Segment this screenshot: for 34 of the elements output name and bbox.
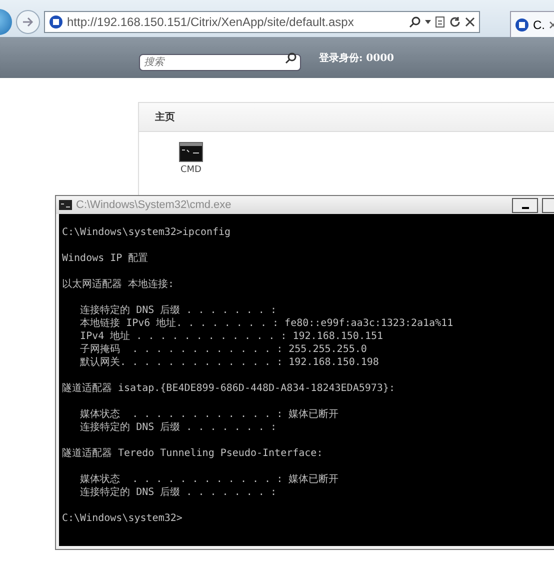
close-icon[interactable] xyxy=(465,16,475,26)
console-line: 隧道适配器 isatap.{BE4DE899-686D-448D-A834-18243EDA5973}: xyxy=(62,382,395,395)
console-line: 子网掩码 . . . . . . . . . . . . : 255.255.255.0 xyxy=(79,343,367,356)
console-line: 连接特定的 DNS 后缀 . . . . . . . : xyxy=(79,304,276,317)
console-icon xyxy=(59,200,72,210)
browser-tab[interactable]: C. xyxy=(510,11,554,37)
console-line: Windows IP 配置 xyxy=(62,252,148,265)
console-line: 媒体状态 . . . . . . . . . . . . : 媒体已断开 xyxy=(79,408,339,421)
page-icon xyxy=(49,14,63,28)
page-icon xyxy=(515,18,529,32)
search-icon[interactable] xyxy=(285,52,297,64)
console-line: C:\Windows\system32> xyxy=(62,512,182,525)
console-line: 媒体状态 . . . . . . . . . . . . : 媒体已断开 xyxy=(79,473,339,486)
minimize-button[interactable] xyxy=(512,198,538,212)
console-line: 以太网适配器 本地连接: xyxy=(62,278,174,291)
console-line: 连接特定的 DNS 后缀 . . . . . . . : xyxy=(79,421,276,434)
search-field[interactable]: 搜索 xyxy=(139,54,301,70)
panel-title: 主页 xyxy=(155,110,175,124)
console-line: 本地链接 IPv6 地址. . . . . . . . : fe80::e99f:aa3c:1323:2a1a%11 xyxy=(79,317,454,330)
arrow-icon xyxy=(22,16,34,26)
forward-button[interactable] xyxy=(16,10,40,34)
console-line: 默认网关. . . . . . . . . . . . . : 192.168.150.198 xyxy=(79,356,379,369)
login-label: 登录身份: 0000 xyxy=(319,52,394,65)
compatibility-icon[interactable] xyxy=(435,16,445,28)
url-text: http://192.168.150.151/Citrix/XenApp/site/default.aspx xyxy=(67,14,355,28)
refresh-icon[interactable] xyxy=(449,16,461,28)
console-line: IPv4 地址 . . . . . . . . . . . . : 192.168.150.151 xyxy=(79,330,384,343)
window-title: C:\Windows\System32\cmd.exe xyxy=(76,199,232,211)
console-line: C:\Windows\system32>ipconfig xyxy=(62,226,231,239)
console-line: 连接特定的 DNS 后缀 . . . . . . . : xyxy=(79,486,276,499)
dropdown-icon[interactable] xyxy=(425,20,431,24)
console-line: 隧道适配器 Teredo Tunneling Pseudo-Interface: xyxy=(62,447,323,460)
address-bar[interactable]: http://192.168.150.151/Citrix/XenApp/site/default.aspx xyxy=(44,10,480,32)
search-icon[interactable] xyxy=(409,16,421,28)
